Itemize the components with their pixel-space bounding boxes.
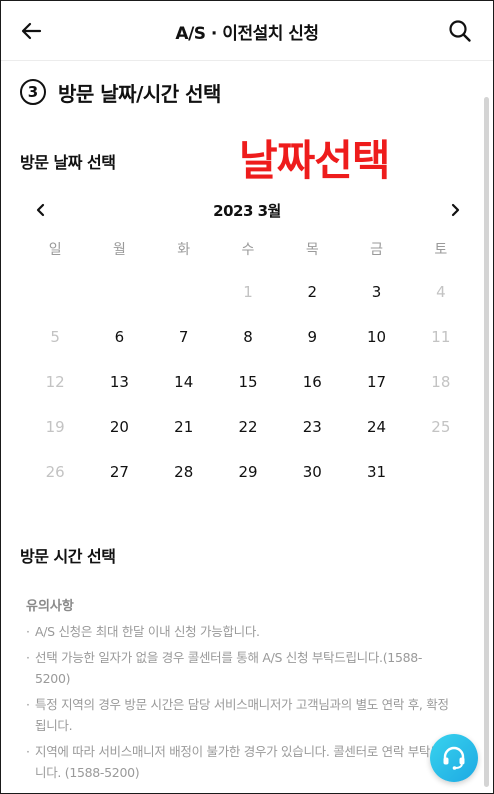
calendar-day[interactable]: 23	[280, 404, 344, 449]
chevron-right-icon	[451, 203, 460, 217]
calendar-day[interactable]: 8	[216, 314, 280, 359]
calendar-day[interactable]: 7	[152, 314, 216, 359]
time-section-title: 방문 시간 선택	[20, 547, 116, 566]
calendar-day[interactable]: 31	[344, 449, 408, 494]
step-heading: 3 방문 날짜/시간 선택	[20, 77, 221, 107]
calendar-day[interactable]: 9	[280, 314, 344, 359]
headset-icon	[443, 746, 465, 770]
search-button[interactable]	[447, 18, 473, 44]
notice-title: 유의사항	[26, 599, 74, 614]
calendar-day[interactable]: 20	[87, 404, 151, 449]
calendar-day[interactable]: 16	[280, 359, 344, 404]
calendar-day[interactable]: 6	[87, 314, 151, 359]
calendar-empty-cell	[152, 269, 216, 314]
weekday-label: 일	[48, 242, 62, 258]
weekday-label: 금	[370, 242, 383, 258]
weekday-label: 화	[177, 242, 191, 258]
customer-support-button[interactable]	[430, 734, 478, 782]
calendar-day[interactable]: 17	[344, 359, 408, 404]
weekday-label: 목	[305, 242, 319, 258]
notice-item: 지역에 따라 서비스매니저 배정이 불가한 경우가 있습니다. 콜센터로 연락 …	[26, 741, 456, 783]
calendar-month-label: 2023 3월	[213, 202, 281, 220]
calendar-day: 1	[243, 282, 253, 301]
weekday-label: 월	[112, 242, 126, 258]
search-icon	[449, 20, 471, 42]
calendar-day[interactable]: 14	[152, 359, 216, 404]
calendar-day[interactable]: 13	[87, 359, 151, 404]
calendar-empty-cell	[23, 269, 87, 314]
calendar-day[interactable]: 30	[280, 449, 344, 494]
page-title: A/S · 이전설치 신청	[175, 24, 319, 44]
calendar-day[interactable]: 21	[152, 404, 216, 449]
calendar-day: 12	[45, 372, 65, 391]
top-app-bar: A/S · 이전설치 신청	[1, 1, 493, 61]
calendar-day: 5	[50, 327, 60, 346]
calendar-day[interactable]: 3	[344, 269, 408, 314]
calendar-day[interactable]: 27	[87, 449, 151, 494]
weekday-label: 토	[434, 242, 448, 258]
notice-item: 선택 가능한 일자가 없을 경우 콜센터를 통해 A/S 신청 부탁드립니다.(…	[26, 647, 456, 689]
notice-list: A/S 신청은 최대 한달 이내 신청 가능합니다. 선택 가능한 일자가 없을 …	[26, 621, 456, 788]
step-title: 방문 날짜/시간 선택	[58, 81, 221, 106]
calendar-weekday-header: 일월화수목금토	[23, 239, 473, 259]
date-section-title: 방문 날짜 선택	[20, 153, 116, 172]
calendar-day: 26	[45, 462, 65, 481]
calendar-empty-cell	[409, 449, 473, 494]
calendar-day: 11	[431, 327, 451, 346]
calendar-day[interactable]: 29	[216, 449, 280, 494]
calendar-day: 4	[436, 282, 446, 301]
calendar-day: 25	[431, 417, 451, 436]
calendar-day[interactable]: 15	[216, 359, 280, 404]
calendar-empty-cell	[87, 269, 151, 314]
calendar-day[interactable]: 28	[152, 449, 216, 494]
calendar-day[interactable]: 10	[344, 314, 408, 359]
step-number-badge: 3	[20, 79, 46, 105]
next-month-button[interactable]	[445, 199, 465, 221]
calendar-day[interactable]: 22	[216, 404, 280, 449]
weekday-label: 수	[241, 242, 255, 258]
notice-item: 특정 지역의 경우 방문 시간은 담당 서비스매니저가 고객님과의 별도 연락 …	[26, 694, 456, 736]
date-select-annotation: 날짜선택	[239, 136, 391, 185]
calendar-day: 19	[45, 417, 65, 436]
app-frame: A/S · 이전설치 신청 3 방문 날짜/시간 선택 방문 날짜 선택 날짜선…	[0, 0, 494, 794]
notice-item: A/S 신청은 최대 한달 이내 신청 가능합니다.	[26, 621, 456, 642]
calendar-day-grid: 1 2 3 4 5 6 7 8 9 10 11 12 13 14 15 16 17 18 19 20 21 22 23 24 2…	[23, 269, 473, 494]
calendar-day[interactable]: 2	[280, 269, 344, 314]
calendar-day[interactable]: 24	[344, 404, 408, 449]
calendar-day: 18	[431, 372, 451, 391]
